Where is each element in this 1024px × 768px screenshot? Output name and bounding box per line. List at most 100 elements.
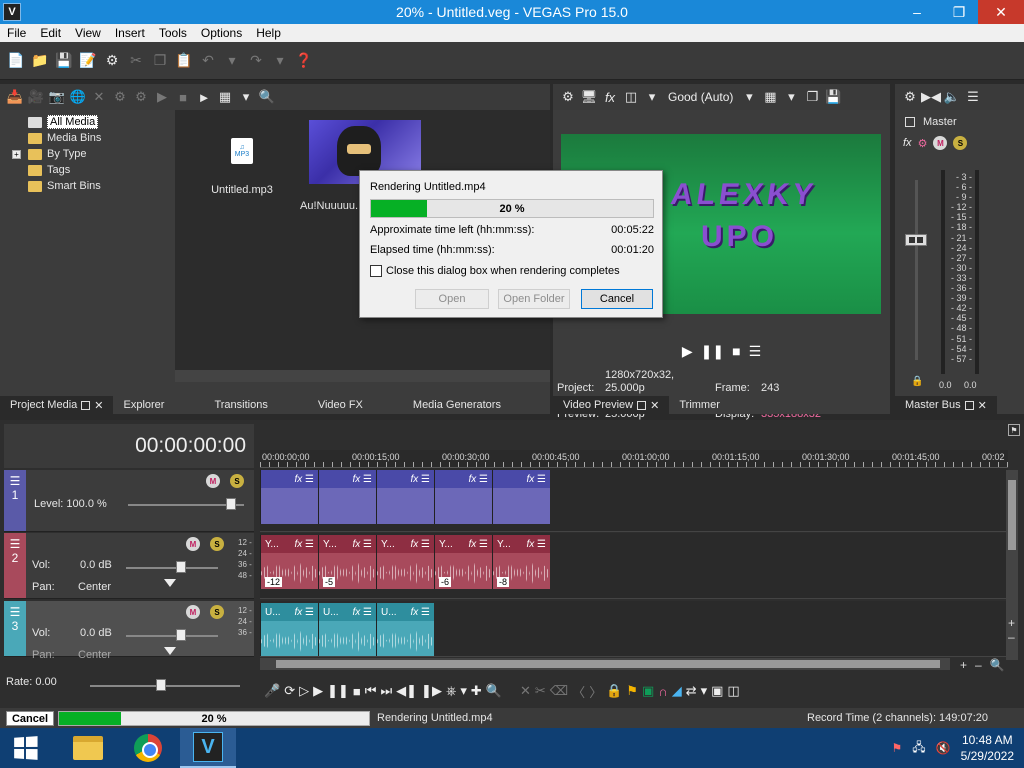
zoom-in-icon[interactable]: +: [960, 658, 967, 672]
event-fx-icon[interactable]: fx ☰: [294, 474, 314, 485]
volume-slider-knob[interactable]: [176, 629, 186, 641]
auto-crossfade-icon[interactable]: ◢: [672, 683, 682, 699]
event-fx-icon[interactable]: fx ☰: [410, 607, 430, 618]
mute-icon[interactable]: M: [186, 605, 200, 619]
undo-dropdown-icon[interactable]: ▾: [222, 51, 242, 71]
event-fx-icon[interactable]: fx ☰: [294, 539, 314, 550]
paste-icon[interactable]: 📋: [174, 51, 194, 71]
restore-button[interactable]: ❐: [944, 0, 974, 24]
copy-icon[interactable]: ❐: [150, 51, 170, 71]
master-properties-gear-icon[interactable]: ⚙: [901, 87, 919, 107]
master-fader-track[interactable]: [915, 180, 918, 360]
snapping-icon[interactable]: ∩: [658, 684, 667, 699]
close-when-complete-checkbox[interactable]: Close this dialog box when rendering com…: [370, 265, 620, 277]
network-icon[interactable]: 🖧: [912, 738, 925, 759]
menu-insert[interactable]: Insert: [108, 26, 152, 40]
track-zoom-out-icon[interactable]: –: [1008, 630, 1015, 644]
close-button[interactable]: ✕: [978, 0, 1024, 24]
save-snapshot-icon[interactable]: 💾: [824, 87, 842, 107]
zoom-edit-tool-icon[interactable]: 🔍: [486, 683, 502, 699]
taskbar-vegas[interactable]: V: [180, 728, 236, 768]
mute-icon[interactable]: M: [206, 474, 220, 488]
master-settings-icon[interactable]: ⚙: [918, 137, 928, 150]
split-dropdown-icon[interactable]: ▾: [643, 87, 661, 107]
timeline-event[interactable]: Y... fx ☰ -6: [434, 535, 492, 589]
expand-icon[interactable]: +: [12, 149, 21, 159]
start-button[interactable]: [0, 728, 50, 768]
copy-snapshot-icon[interactable]: ❐: [803, 87, 821, 107]
event-fx-icon[interactable]: fx ☰: [352, 607, 372, 618]
split-screen-icon[interactable]: ◫: [622, 87, 640, 107]
play-icon[interactable]: ▶: [682, 343, 693, 360]
pan-slider-knob[interactable]: [164, 579, 176, 587]
volume-slider[interactable]: [126, 567, 218, 569]
go-to-start-icon[interactable]: ⏮: [365, 683, 377, 699]
track-menu-icon[interactable]: ☰: [10, 605, 21, 619]
preview-quality-select[interactable]: Good (Auto): [664, 90, 737, 104]
level-slider-knob[interactable]: [226, 498, 236, 510]
track-menu-icon[interactable]: ☰: [10, 474, 21, 488]
mixer-icon[interactable]: ☰: [964, 87, 982, 107]
action-center-icon[interactable]: ⚑: [892, 741, 903, 755]
overlays-dropdown-icon[interactable]: ▾: [782, 87, 800, 107]
solo-icon[interactable]: S: [210, 537, 224, 551]
save-as-icon[interactable]: 📝: [78, 51, 98, 71]
stop-icon[interactable]: ■: [353, 684, 361, 699]
tab-explorer[interactable]: Explorer: [113, 396, 174, 414]
timeline-event[interactable]: fx ☰: [376, 470, 434, 524]
stop-media-icon[interactable]: ■: [174, 87, 192, 107]
redo-icon[interactable]: ↷: [246, 51, 266, 71]
timeline-event[interactable]: Y... fx ☰ -5: [318, 535, 376, 589]
go-to-end-icon[interactable]: ⏭: [380, 683, 392, 699]
insert-marker-icon[interactable]: ⚑: [626, 683, 638, 699]
event-fx-icon[interactable]: fx ☰: [294, 607, 314, 618]
zoom-out-icon[interactable]: –: [975, 658, 982, 672]
event-fx-icon[interactable]: fx ☰: [352, 474, 372, 485]
track-lane-audio-3[interactable]: U... fx ☰ U... fx ☰ U... fx ☰: [260, 601, 1008, 657]
volume-slider[interactable]: [126, 635, 218, 637]
solo-icon[interactable]: S: [953, 136, 968, 150]
overlays-grid-icon[interactable]: ▦: [761, 87, 779, 107]
pause-icon[interactable]: ❚❚: [327, 683, 349, 699]
trim-icon[interactable]: ✂: [535, 683, 546, 699]
video-output-fx-icon[interactable]: fx: [601, 87, 619, 107]
clock[interactable]: 10:48 AM 5/29/2022: [961, 732, 1014, 764]
play-from-start-icon[interactable]: ▷: [299, 683, 309, 699]
tab-project-media[interactable]: Project Media ✕: [0, 396, 114, 414]
taskbar-file-explorer[interactable]: [60, 728, 116, 768]
menu-help[interactable]: Help: [249, 26, 288, 40]
volume-muted-icon[interactable]: 🔇: [936, 741, 951, 755]
menu-options[interactable]: Options: [194, 26, 249, 40]
track-header-audio[interactable]: ☰ 2 M S Vol: 0.0 dB Pan: Center 12 -24 -3…: [4, 533, 254, 599]
search-media-icon[interactable]: 🔍: [258, 87, 276, 107]
import-media-icon[interactable]: 📥: [6, 87, 24, 107]
ripple-edit-icon[interactable]: ⇄: [686, 683, 697, 699]
timeline-event[interactable]: U... fx ☰: [260, 603, 318, 656]
get-photo-icon[interactable]: 📷: [48, 87, 66, 107]
redo-dropdown-icon[interactable]: ▾: [270, 51, 290, 71]
trim-end-icon[interactable]: 〉: [589, 682, 602, 701]
ignore-grouping-icon[interactable]: ◫: [727, 683, 739, 699]
previous-frame-icon[interactable]: ◀❚: [396, 683, 417, 699]
new-project-icon[interactable]: 📄: [6, 51, 26, 71]
minimize-button[interactable]: –: [902, 0, 932, 24]
cut-icon[interactable]: ✂: [126, 51, 146, 71]
solo-icon[interactable]: S: [230, 474, 244, 488]
volume-slider-knob[interactable]: [176, 561, 186, 573]
menu-tools[interactable]: Tools: [152, 26, 194, 40]
get-media-web-icon[interactable]: 🌐: [69, 87, 87, 107]
event-fx-icon[interactable]: fx ☰: [468, 474, 488, 485]
taskbar-chrome[interactable]: [120, 728, 176, 768]
timeline-event[interactable]: fx ☰: [492, 470, 550, 524]
track-lane-audio[interactable]: Y... fx ☰ -12 Y... fx ☰ -5 Y... fx ☰ Y... fx ☰ -6 Y…: [260, 533, 1008, 599]
event-fx-icon[interactable]: fx ☰: [352, 539, 372, 550]
marker-bar-icon[interactable]: ⚑: [1008, 424, 1020, 436]
preview-menu-icon[interactable]: ☰: [749, 343, 762, 360]
playback-rate-knob[interactable]: [156, 679, 166, 691]
external-monitor-icon[interactable]: 🖥: [580, 87, 598, 107]
event-fx-icon[interactable]: fx ☰: [526, 474, 546, 485]
vegas-app-icon[interactable]: V: [3, 3, 21, 21]
preview-properties-gear-icon[interactable]: ⚙: [559, 87, 577, 107]
event-fx-icon[interactable]: fx ☰: [526, 539, 546, 550]
tab-master-bus[interactable]: Master Bus ✕: [895, 396, 997, 414]
